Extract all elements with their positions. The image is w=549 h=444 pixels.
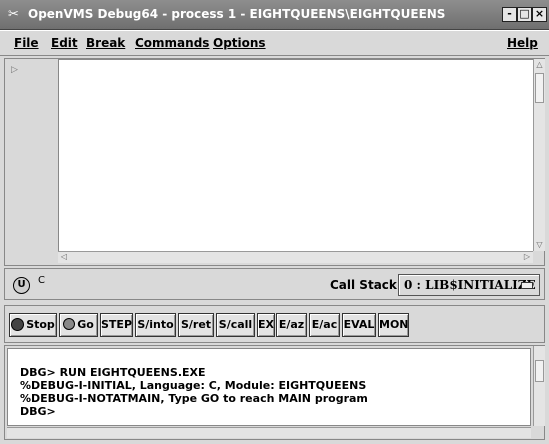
call-stack-select[interactable]: 0 : LIB$INITIALIZE bbox=[398, 274, 540, 296]
source-text-area[interactable] bbox=[58, 59, 533, 251]
option-menu-icon bbox=[521, 282, 533, 289]
scroll-down-arrow-icon[interactable]: ▽ bbox=[535, 240, 544, 250]
minimize-button[interactable]: - bbox=[502, 7, 517, 22]
command-prompt: DBG> bbox=[20, 405, 56, 418]
menu-options[interactable]: Options bbox=[213, 36, 266, 50]
current-line-marker-icon: ▷ bbox=[11, 65, 18, 75]
menu-edit[interactable]: Edit bbox=[51, 36, 78, 50]
scroll-left-arrow-icon[interactable]: ◁ bbox=[59, 252, 69, 262]
source-vertical-scrollbar[interactable]: △ ▽ bbox=[533, 59, 545, 251]
output-line: %DEBUG-I-INITIAL, Language: C, Module: E… bbox=[20, 379, 367, 392]
command-view: DBG> RUN EIGHTQUEENS.EXE %DEBUG-I-INITIA… bbox=[4, 345, 545, 440]
examine-az-button[interactable]: E/az bbox=[276, 313, 307, 337]
debugger-app-icon[interactable]: ✂ bbox=[8, 7, 24, 23]
maximize-button[interactable]: □ bbox=[517, 7, 532, 22]
output-line: %DEBUG-I-NOTATMAIN, Type GO to reach MAI… bbox=[20, 392, 368, 405]
output-line: DBG> RUN EIGHTQUEENS.EXE bbox=[20, 366, 206, 379]
step-return-button[interactable]: S/ret bbox=[178, 313, 214, 337]
status-row: U C Call Stack: 0 : LIB$INITIALIZE bbox=[4, 268, 545, 300]
breakpoint-gutter[interactable]: ▷ bbox=[5, 59, 58, 265]
step-call-button[interactable]: S/call bbox=[216, 313, 255, 337]
evaluate-button[interactable]: EVAL bbox=[342, 313, 376, 337]
go-icon bbox=[63, 318, 76, 330]
scroll-up-arrow-icon[interactable]: △ bbox=[535, 60, 544, 70]
command-vertical-scrollbar[interactable] bbox=[533, 346, 545, 426]
title-bar: ✂ OpenVMS Debug64 - process 1 - EIGHTQUE… bbox=[0, 0, 549, 30]
push-button-bar: Stop Go STEP S/into S/ret S/call EX E/az… bbox=[4, 305, 545, 343]
go-button[interactable]: Go bbox=[59, 313, 98, 337]
scroll-right-arrow-icon[interactable]: ▷ bbox=[522, 252, 532, 262]
monitor-button[interactable]: MON bbox=[378, 313, 409, 337]
source-horizontal-scrollbar[interactable]: ◁ ▷ bbox=[58, 251, 533, 263]
menu-file[interactable]: File bbox=[14, 36, 39, 50]
scroll-thumb[interactable] bbox=[535, 73, 544, 103]
source-view: ▷ △ ▽ ◁ ▷ bbox=[4, 58, 545, 266]
menu-help[interactable]: Help bbox=[507, 36, 538, 50]
language-label: C bbox=[38, 275, 45, 286]
command-output-area[interactable]: DBG> RUN EIGHTQUEENS.EXE %DEBUG-I-INITIA… bbox=[7, 348, 531, 426]
stop-button[interactable]: Stop bbox=[9, 313, 57, 337]
step-button[interactable]: STEP bbox=[100, 313, 133, 337]
call-stack-value: 0 : LIB$INITIALIZE bbox=[404, 278, 536, 292]
menu-break[interactable]: Break bbox=[86, 36, 125, 50]
unlock-u-icon[interactable]: U bbox=[13, 277, 30, 294]
window-title: OpenVMS Debug64 - process 1 - EIGHTQUEEN… bbox=[28, 7, 446, 21]
call-stack-label: Call Stack: bbox=[330, 278, 402, 292]
menu-bar: File Edit Break Commands Options Help bbox=[0, 30, 549, 56]
close-button[interactable]: × bbox=[532, 7, 547, 22]
scroll-thumb[interactable] bbox=[535, 360, 544, 382]
menu-commands[interactable]: Commands bbox=[135, 36, 209, 50]
step-into-button[interactable]: S/into bbox=[135, 313, 176, 337]
command-horizontal-scrollbar[interactable] bbox=[7, 427, 531, 438]
examine-ac-button[interactable]: E/ac bbox=[309, 313, 340, 337]
stop-icon bbox=[11, 318, 25, 331]
examine-button[interactable]: EX bbox=[257, 313, 275, 337]
